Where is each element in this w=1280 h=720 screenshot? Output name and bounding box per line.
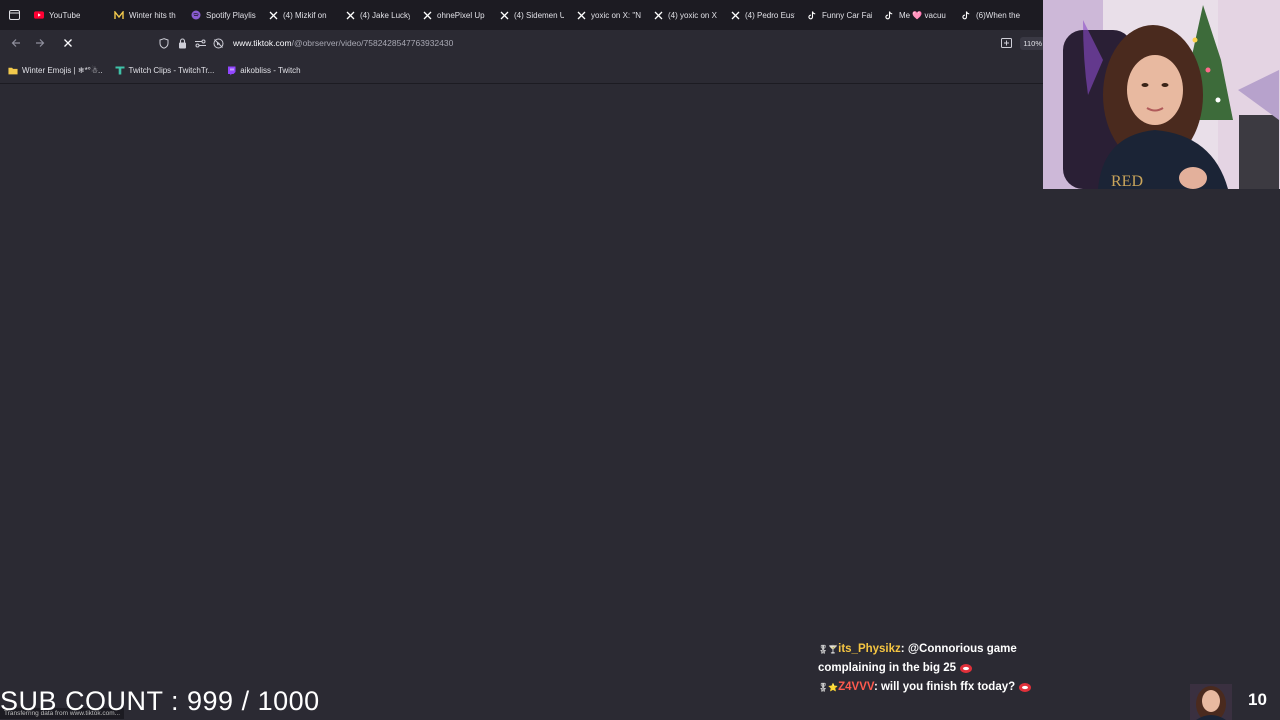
tiktok-icon — [807, 10, 817, 20]
tab-list-icon — [8, 10, 20, 20]
tab-strip: YouTube Winter hits th Spotify Playlis (4) … — [0, 0, 1045, 30]
screen: YouTube Winter hits th Spotify Playlis (4) … — [0, 0, 1280, 720]
svg-text:RED: RED — [1111, 173, 1143, 189]
tab-label: (4) Pedro Eust — [745, 10, 795, 20]
tab-list-button[interactable] — [0, 0, 28, 30]
chat-text: will you finish ffx today? — [880, 681, 1016, 693]
bookmark-label: Twitch Clips - TwitchTr... — [128, 66, 215, 75]
x-icon — [576, 10, 586, 20]
tab-label: YouTube — [49, 10, 81, 20]
navigation-bar: www.tiktok.com/@obrserver/video/75824285… — [0, 30, 1045, 56]
chat-emote-icon — [959, 662, 973, 674]
tab-label: yoxic on X: "N — [591, 10, 641, 20]
forward-arrow-icon — [36, 39, 45, 47]
x-icon — [499, 10, 509, 20]
browser-tab[interactable]: (6)When the — [955, 0, 1032, 30]
tab-label: (4) yoxic on X — [668, 10, 717, 20]
bookmark-label: Winter Emojis | ❄*°☃.. — [22, 66, 103, 75]
browser-tab[interactable]: (4) Sidemen U — [493, 0, 570, 30]
webcam-image: RED — [1043, 0, 1280, 189]
url-path: /@obrserver/video/7582428547763932430 — [291, 38, 454, 48]
tab-label: (4) Mizkif on — [283, 10, 327, 20]
browser-tab[interactable]: (4) Jake Lucky — [339, 0, 416, 30]
browser-tab[interactable]: (4) Pedro Eust — [724, 0, 801, 30]
bookmark-item[interactable]: Winter Emojis | ❄*°☃.. — [8, 66, 103, 75]
chat-username: Z4VVV — [838, 681, 874, 693]
back-button[interactable] — [4, 31, 28, 55]
tiktok-icon — [961, 10, 971, 20]
chat-emote-icon — [1018, 681, 1032, 693]
twitchtracker-icon — [115, 66, 125, 75]
chat-separator: : — [873, 681, 881, 693]
chat-badges: 🎖⭐ — [818, 683, 839, 692]
sub-count-overlay: SUB COUNT : 999 / 1000 — [0, 686, 320, 716]
url-host: www.tiktok.com — [233, 38, 292, 48]
chat-separator: : — [900, 643, 908, 655]
x-icon — [653, 10, 663, 20]
reader-view-button[interactable] — [1001, 38, 1013, 48]
zoom-indicator[interactable]: 110% — [1020, 36, 1045, 50]
browser-tab[interactable]: yoxic on X: "N — [570, 0, 647, 30]
bookmark-item[interactable]: Twitch Clips - TwitchTr... — [115, 66, 215, 75]
browser-tab[interactable]: (4) yoxic on X — [647, 0, 724, 30]
back-arrow-icon — [11, 39, 20, 47]
x-icon — [268, 10, 278, 20]
stop-loading-button[interactable] — [56, 31, 80, 55]
x-icon — [345, 10, 355, 20]
spotify-icon — [191, 10, 201, 20]
browser-tab[interactable]: Winter hits th — [108, 0, 185, 30]
x-icon — [422, 10, 432, 20]
tracking-protection-icon[interactable] — [155, 33, 173, 53]
folder-icon — [8, 66, 18, 75]
chat-message: 🎖🍸its_Physikz: @Connorious game complain… — [818, 640, 1078, 678]
bookmark-item[interactable]: aikobliss - Twitch — [226, 66, 301, 75]
tab-label: (4) Sidemen U — [514, 10, 564, 20]
browser-tab[interactable]: ohnePixel Up — [416, 0, 493, 30]
webcam-overlay: RED — [1043, 0, 1280, 189]
chat-username: its_Physikz — [838, 643, 901, 655]
tab-label: ohnePixel Up — [437, 10, 485, 20]
close-icon — [64, 39, 72, 47]
chat-badges: 🎖🍸 — [818, 645, 839, 654]
browser-tab[interactable]: Spotify Playlis — [185, 0, 262, 30]
bookmark-label: aikobliss - Twitch — [240, 66, 301, 75]
forward-button[interactable] — [28, 31, 52, 55]
chat-overlay: 🎖🍸its_Physikz: @Connorious game complain… — [818, 640, 1078, 697]
bookmarks-toolbar: Winter Emojis | ❄*°☃.. Twitch Clips - Twi… — [0, 58, 1045, 84]
x-icon — [730, 10, 740, 20]
youtube-icon — [34, 10, 44, 20]
tab-label: Spotify Playlis — [206, 10, 256, 20]
lock-icon[interactable] — [173, 33, 191, 53]
bookmark-m-icon — [114, 10, 124, 20]
browser-tab[interactable]: (4) Mizkif on — [262, 0, 339, 30]
browser-tab[interactable]: Funny Car Fai — [801, 0, 878, 30]
viewer-avatar — [1190, 684, 1232, 720]
twitch-icon — [226, 66, 236, 75]
tab-label: Me 🩷 vacuu — [899, 10, 946, 20]
viewer-count: 10 — [1248, 690, 1267, 709]
url-bar-actions: 110% — [1001, 33, 1045, 53]
chat-message: 🎖⭐Z4VVV: will you finish ffx today? — [818, 678, 1078, 697]
autoplay-blocked-icon[interactable] — [209, 33, 227, 53]
tab-label: (6)When the — [976, 10, 1021, 20]
browser-tab[interactable]: YouTube — [28, 0, 108, 30]
tab-label: Funny Car Fai — [822, 10, 872, 20]
browser-tab[interactable]: Me 🩷 vacuu — [878, 0, 955, 30]
url-text[interactable]: www.tiktok.com/@obrserver/video/75824285… — [233, 38, 453, 48]
screen-capture-icon — [1001, 38, 1013, 48]
tiktok-icon — [884, 10, 894, 20]
url-bar[interactable]: www.tiktok.com/@obrserver/video/75824285… — [155, 33, 1045, 53]
tab-label: Winter hits th — [129, 10, 176, 20]
tab-label: (4) Jake Lucky — [360, 10, 410, 20]
permissions-icon[interactable] — [191, 33, 209, 53]
